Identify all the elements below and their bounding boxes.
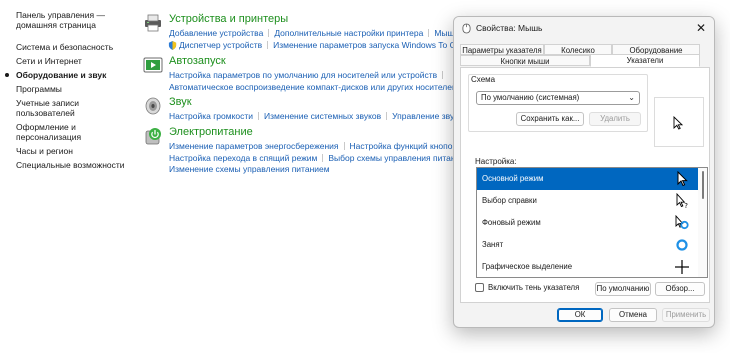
- svg-text:?: ?: [684, 202, 688, 209]
- link-choose-power-plan[interactable]: Выбор схемы управления питанием: [328, 153, 471, 163]
- link-manage-sound[interactable]: Управление звук: [392, 111, 458, 121]
- dialog-titlebar[interactable]: Свойства: Мышь ✕: [454, 17, 714, 39]
- tab-buttons[interactable]: Кнопки мыши: [460, 55, 590, 66]
- nav-item-accessibility[interactable]: Специальные возможности: [16, 160, 144, 170]
- link-sleep-settings[interactable]: Настройка перехода в спящий режим: [169, 153, 317, 163]
- save-as-button[interactable]: Сохранить как...: [516, 112, 584, 126]
- link-energy-settings[interactable]: Изменение параметров энергосбережения: [169, 141, 339, 151]
- power-options-icon: [145, 128, 161, 145]
- list-item[interactable]: Фоновый режим: [477, 212, 699, 234]
- list-scrollbar-thumb[interactable]: [702, 171, 704, 199]
- autoplay-icon: [143, 57, 163, 73]
- link-device-manager[interactable]: Диспетчер устройств: [179, 40, 262, 50]
- nav-item-system-security[interactable]: Система и безопасность: [16, 42, 144, 52]
- dialog-footer: ОК Отмена Применить: [454, 305, 714, 327]
- link-volume[interactable]: Настройка громкости: [169, 111, 253, 121]
- link-add-device[interactable]: Добавление устройства: [169, 28, 263, 38]
- arrow-cursor-icon: [673, 116, 683, 130]
- list-item-label: Занят: [482, 240, 504, 249]
- busy-cursor-icon: [676, 239, 688, 251]
- close-icon[interactable]: ✕: [694, 21, 708, 35]
- category-title-sound[interactable]: Звук: [169, 96, 192, 108]
- scheme-label: Схема: [470, 75, 497, 84]
- list-item[interactable]: Занят: [477, 234, 699, 256]
- link-system-sounds[interactable]: Изменение системных звуков: [264, 111, 381, 121]
- link-autoplay-defaults[interactable]: Настройка параметров по умолчанию для но…: [169, 70, 437, 80]
- link-autoplay-cds[interactable]: Автоматическое воспроизведение компакт-д…: [169, 82, 457, 92]
- dialog-tabs: Параметры указателя Колесико Оборудовани…: [460, 44, 710, 68]
- nav-item-user-accounts[interactable]: Учетные записи пользователей: [16, 98, 144, 118]
- link-printer-settings[interactable]: Дополнительные настройки принтера: [274, 28, 423, 38]
- pointer-shadow-checkbox[interactable]: [475, 283, 484, 292]
- list-scrollbar[interactable]: [698, 168, 707, 277]
- list-item-label: Основной режим: [482, 174, 544, 183]
- apply-button[interactable]: Применить: [662, 308, 710, 322]
- list-item[interactable]: Основной режим: [477, 168, 699, 190]
- list-item[interactable]: Выбор справки ?: [477, 190, 699, 212]
- pointer-shadow-label[interactable]: Включить тень указателя: [488, 283, 579, 292]
- pointers-panel: Схема По умолчанию (системная) ⌄ Сохрани…: [460, 67, 710, 303]
- cursor-preview: [654, 97, 704, 147]
- list-item[interactable]: Графическое выделение: [477, 256, 699, 277]
- control-panel-nav: Панель управления — домашняя страница Си…: [5, 10, 144, 174]
- nav-item-appearance[interactable]: Оформление и персонализация: [16, 122, 144, 142]
- chevron-down-icon: ⌄: [628, 93, 635, 102]
- link-windows-to-go[interactable]: Изменение параметров запуска Windows To …: [273, 40, 461, 50]
- uac-shield-icon: [168, 40, 177, 50]
- crosshair-cursor-icon: [675, 260, 689, 274]
- printer-icon: [145, 14, 161, 32]
- link-edit-power-plan[interactable]: Изменение схемы управления питанием: [169, 164, 330, 174]
- working-in-background-cursor-icon: [675, 215, 689, 230]
- customize-label: Настройка:: [475, 157, 517, 166]
- speaker-icon: [145, 97, 161, 115]
- nav-item-hardware-sound[interactable]: Оборудование и звук: [5, 70, 144, 80]
- category-title-devices[interactable]: Устройства и принтеры: [169, 13, 288, 25]
- dialog-title: Свойства: Мышь: [476, 23, 543, 33]
- list-item-label: Фоновый режим: [482, 218, 541, 227]
- delete-button[interactable]: Удалить: [589, 112, 641, 126]
- scheme-select[interactable]: По умолчанию (системная) ⌄: [476, 91, 640, 105]
- list-item-label: Графическое выделение: [482, 262, 573, 271]
- nav-home-link[interactable]: Панель управления — домашняя страница: [16, 10, 144, 30]
- nav-item-programs[interactable]: Программы: [16, 84, 144, 94]
- use-default-button[interactable]: По умолчанию: [595, 282, 651, 296]
- category-title-power[interactable]: Электропитание: [169, 126, 253, 138]
- tab-pointer-options[interactable]: Параметры указателя: [460, 44, 544, 55]
- pointer-list[interactable]: Основной режим Выбор справки ? Фоновый р…: [476, 167, 708, 278]
- mouse-properties-dialog: Свойства: Мышь ✕ Параметры указателя Кол…: [453, 16, 715, 328]
- nav-item-network[interactable]: Сети и Интернет: [16, 56, 144, 66]
- cancel-button[interactable]: Отмена: [609, 308, 657, 322]
- nav-item-clock-region[interactable]: Часы и регион: [16, 146, 144, 156]
- arrow-cursor-icon: [677, 171, 688, 187]
- browse-button[interactable]: Обзор...: [655, 282, 705, 296]
- category-title-autoplay[interactable]: Автозапуск: [169, 55, 226, 67]
- scheme-select-value: По умолчанию (системная): [481, 93, 580, 102]
- help-cursor-icon: ?: [676, 193, 688, 209]
- list-item-label: Выбор справки: [482, 196, 537, 205]
- ok-button[interactable]: ОК: [557, 308, 603, 322]
- mouse-icon: [462, 23, 471, 34]
- tab-pointers[interactable]: Указатели: [590, 54, 700, 67]
